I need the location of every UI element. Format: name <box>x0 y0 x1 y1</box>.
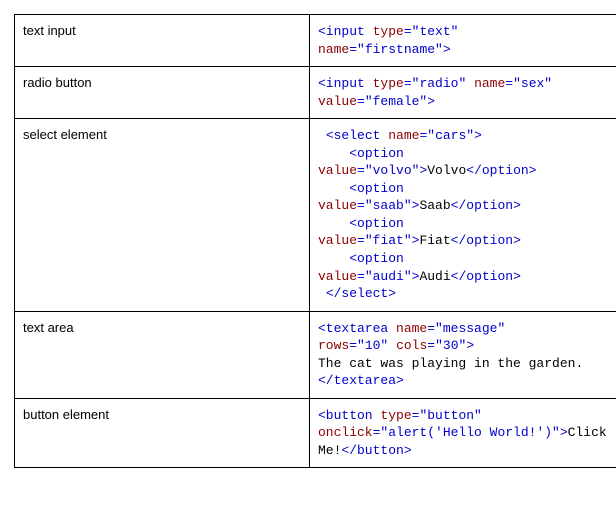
table-row: text input<input type="text" name="first… <box>15 15 616 67</box>
element-label: button element <box>15 398 310 468</box>
code-sample: <textarea name="message" rows="10" cols=… <box>310 311 616 398</box>
table-row: button element<button type="button" oncl… <box>15 398 616 468</box>
code-sample: <select name="cars"> <option value="volv… <box>310 119 616 311</box>
table-row: text area<textarea name="message" rows="… <box>15 311 616 398</box>
element-label: text input <box>15 15 310 67</box>
element-label: radio button <box>15 67 310 119</box>
element-label: text area <box>15 311 310 398</box>
code-sample: <button type="button" onclick="alert('He… <box>310 398 616 468</box>
table-row: radio button<input type="radio" name="se… <box>15 67 616 119</box>
table-row: select element <select name="cars"> <opt… <box>15 119 616 311</box>
table-body: text input<input type="text" name="first… <box>15 15 616 468</box>
element-label: select element <box>15 119 310 311</box>
code-sample: <input type="radio" name="sex" value="fe… <box>310 67 616 119</box>
code-sample: <input type="text" name="firstname"> <box>310 15 616 67</box>
html-elements-table: text input<input type="text" name="first… <box>14 14 616 468</box>
